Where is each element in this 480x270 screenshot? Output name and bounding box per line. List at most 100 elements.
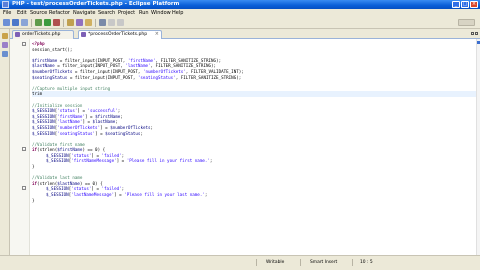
status-cursor-position: 10 : 5 [360, 260, 373, 265]
toolbar-separator [95, 19, 96, 27]
menu-edit[interactable]: Edit [17, 10, 27, 16]
status-separator [256, 259, 257, 266]
new-icon[interactable] [3, 19, 10, 26]
code-token: 'seatingStatus' [57, 130, 96, 136]
code-token: $_SESSION [32, 108, 55, 114]
code-token: ] = [77, 108, 88, 114]
code-token: $_SESSION [46, 152, 69, 158]
code-token: $_SESSION [32, 130, 55, 136]
overview-ruler[interactable] [476, 39, 480, 255]
code-token: 'lastName' [125, 63, 151, 69]
menu-help[interactable]: Help [172, 10, 183, 16]
code-token: ) == 0) { [82, 147, 106, 153]
menu-refactor[interactable]: Refactor [49, 10, 70, 16]
back-icon[interactable] [108, 19, 115, 26]
maximize-editor-icon[interactable] [475, 32, 478, 35]
php-file-icon [15, 32, 20, 37]
code-token: , FILTER_SANITIZE_STRING); [175, 74, 242, 80]
code-token: //Capture multiple input string [32, 85, 111, 91]
code-token: $_SESSION [32, 113, 55, 119]
code-token: trim [32, 91, 43, 97]
menu-source[interactable]: Source [30, 10, 47, 16]
code-token: 'status' [57, 108, 78, 114]
fold-toggle-icon[interactable]: - [22, 186, 26, 190]
print-icon[interactable] [21, 19, 28, 26]
code-token: $_SESSION [46, 186, 69, 192]
code-token: ; [121, 186, 125, 192]
code-token: 'lastName' [57, 119, 83, 125]
fold-toggle-icon[interactable]: - [22, 42, 26, 46]
code-token: $_SESSION [46, 192, 69, 198]
code-token: $_SESSION [32, 124, 55, 130]
status-separator [352, 259, 353, 266]
tab-process-order-tickets[interactable]: *processOrderTickets.php × [78, 30, 162, 39]
menu-run[interactable]: Run [139, 10, 149, 16]
minimize-editor-icon[interactable] [471, 32, 474, 35]
menu-search[interactable]: Search [98, 10, 115, 16]
close-button[interactable]: × [470, 1, 478, 8]
menu-file[interactable]: File [3, 10, 11, 16]
code-token: //Initialize session [32, 102, 83, 108]
code-token: } [32, 197, 35, 203]
code-token: = filter_input(INPUT_POST, [54, 63, 126, 69]
code-token: //Validate first name [32, 141, 85, 147]
code-token: ; [121, 152, 125, 158]
fold-toggle-icon[interactable]: - [22, 147, 26, 151]
code-token: 'status' [71, 186, 92, 192]
explorer-view-icon[interactable] [2, 42, 8, 48]
code-line[interactable]: } [32, 198, 477, 204]
new-php-class-icon[interactable] [76, 19, 83, 26]
save-icon[interactable] [12, 19, 19, 26]
code-token: $numberOfTickets [110, 124, 151, 130]
code-token: 'Please fill in your last name.' [124, 192, 205, 198]
maximize-button[interactable]: □ [461, 1, 469, 8]
code-token: 'failed' [101, 186, 122, 192]
close-tab-icon[interactable]: × [155, 31, 159, 38]
code-editor[interactable]: - - - <?php session_start(); $firstName = … [10, 39, 480, 255]
search-icon[interactable] [99, 19, 106, 26]
restore-view-icon[interactable] [2, 33, 8, 39]
window-title: PHP - test/processOrderTickets.php - Ecl… [12, 1, 180, 7]
code-token: <?php [32, 41, 45, 46]
code-token: 'status' [71, 152, 92, 158]
status-insert-mode: Smart Insert [310, 260, 338, 265]
code-token: 'Please fill in your first name.' [126, 158, 210, 164]
code-token: $firstName [32, 57, 58, 63]
code-token: ] = [114, 192, 125, 198]
code-token: ; [209, 158, 213, 164]
code-token: ] = [100, 124, 111, 130]
code-token: $numberOfTickets [32, 68, 73, 74]
menu-navigate[interactable]: Navigate [73, 10, 95, 16]
code-lines[interactable]: <?php session_start(); $firstName = filter… [32, 41, 477, 203]
forward-icon[interactable] [117, 19, 124, 26]
code-token: (strlen( [37, 147, 58, 153]
open-folder-icon[interactable] [85, 19, 92, 26]
title-bar: PHP - test/processOrderTickets.php - Ecl… [0, 0, 480, 9]
editor-tab-bar: orderTickets.php *processOrderTickets.ph… [10, 29, 480, 39]
open-type-icon[interactable] [67, 19, 74, 26]
tab-order-tickets[interactable]: orderTickets.php [12, 30, 74, 39]
code-token: = filter_input(INPUT_POST, [72, 68, 143, 74]
code-token: ; [117, 108, 121, 114]
outline-view-icon[interactable] [2, 51, 8, 57]
toolbar-separator [63, 19, 64, 27]
editor-minmax-controls[interactable] [471, 31, 479, 37]
code-token: , FILTER_SANITIZE_STRING); [150, 63, 217, 69]
menu-project[interactable]: Project [118, 10, 135, 16]
code-token: $lastName [57, 180, 80, 186]
status-writable: Writable [266, 260, 285, 265]
code-token: ; [204, 192, 208, 198]
run-icon[interactable] [44, 19, 51, 26]
toolbar-separator [31, 19, 32, 27]
minimize-button[interactable]: _ [452, 1, 460, 8]
external-tools-icon[interactable] [53, 19, 60, 26]
menu-window[interactable]: Window [151, 10, 171, 16]
tab-label: orderTickets.php [22, 32, 61, 37]
perspective-switcher[interactable] [458, 19, 475, 26]
php-file-icon [81, 32, 86, 37]
code-token: ] = [116, 158, 127, 164]
debug-icon[interactable] [35, 19, 42, 26]
code-token: session_start(); [32, 46, 73, 52]
status-separator [300, 259, 301, 266]
code-token: ] = [84, 113, 96, 119]
